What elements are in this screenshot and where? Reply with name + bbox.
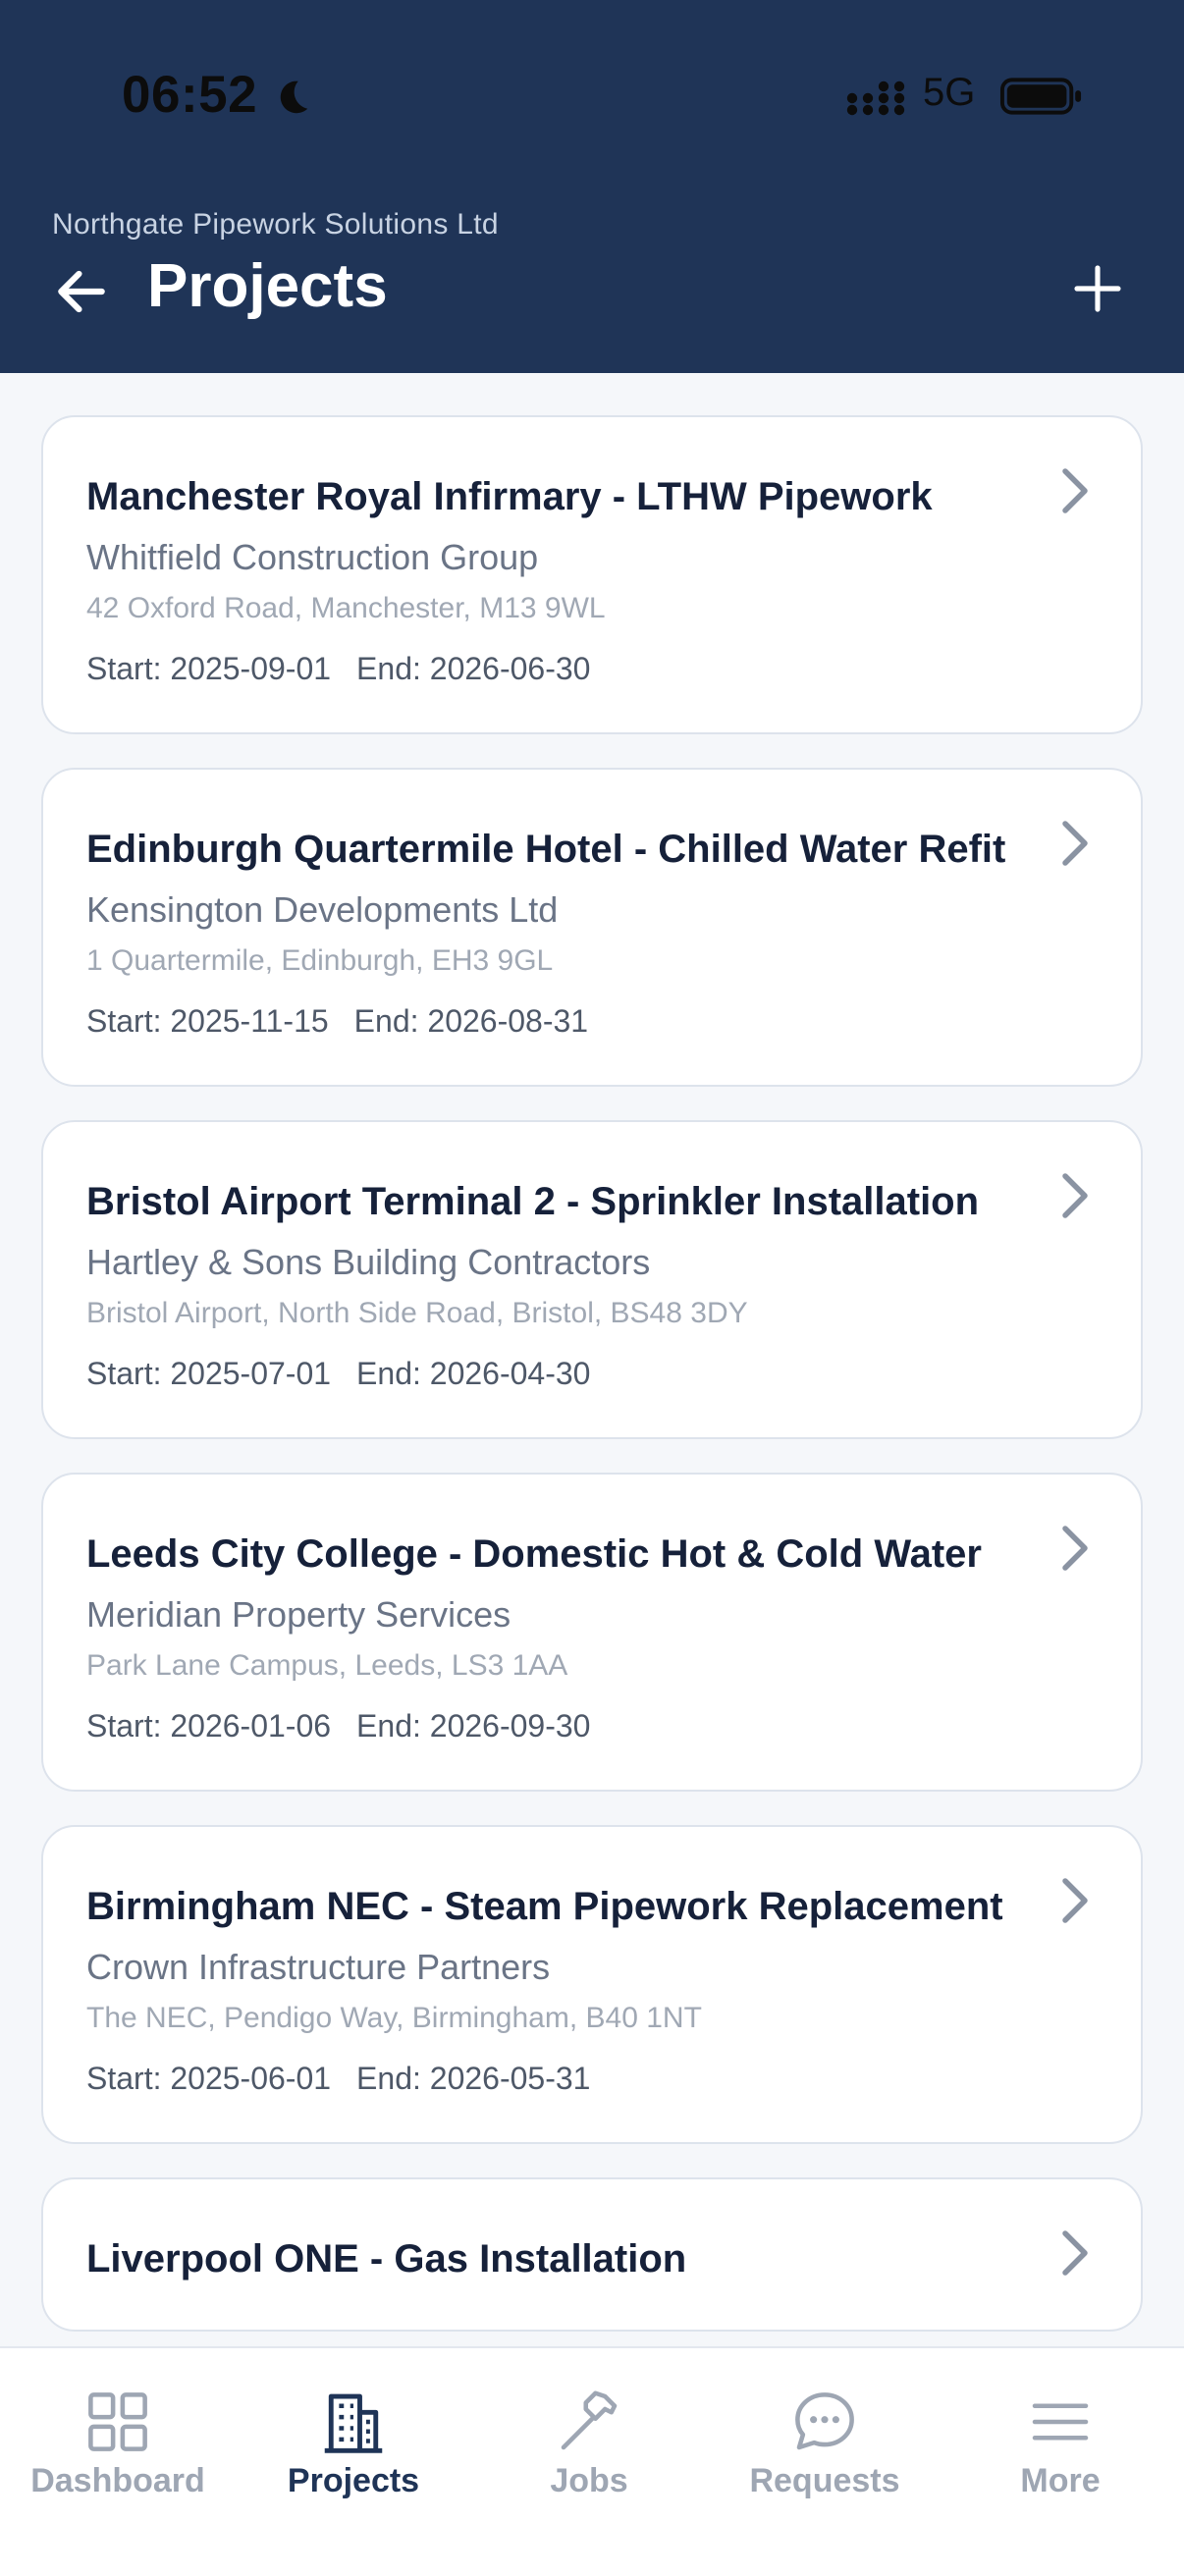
project-card[interactable]: Manchester Royal Infirmary - LTHW Pipewo… bbox=[41, 415, 1143, 734]
chevron-right-icon bbox=[1062, 1526, 1088, 1571]
company-name: Northgate Pipework Solutions Ltd bbox=[52, 208, 499, 241]
project-card[interactable]: Edinburgh Quartermile Hotel - Chilled Wa… bbox=[41, 768, 1143, 1087]
project-card[interactable]: Bristol Airport Terminal 2 - Sprinkler I… bbox=[41, 1120, 1143, 1439]
project-dates: Start: 2026-01-06 End: 2026-09-30 bbox=[86, 1701, 1043, 1750]
bottom-tab-bar: Dashboard Projects Jobs Requests More bbox=[0, 2346, 1184, 2576]
building-icon bbox=[324, 2393, 383, 2453]
tab-more[interactable]: More bbox=[942, 2348, 1178, 2576]
project-card[interactable]: Birmingham NEC - Steam Pipework Replacem… bbox=[41, 1825, 1143, 2144]
project-title: Edinburgh Quartermile Hotel - Chilled Wa… bbox=[86, 828, 1006, 871]
project-end: End: 2026-06-30 bbox=[356, 651, 591, 686]
project-end: End: 2026-05-31 bbox=[356, 2061, 591, 2096]
chevron-right-icon bbox=[1062, 821, 1088, 866]
project-address: 1 Quartermile, Edinburgh, EH3 9GL bbox=[86, 944, 554, 977]
menu-icon bbox=[1032, 2403, 1089, 2441]
project-title: Leeds City College - Domestic Hot & Cold… bbox=[86, 1532, 982, 1576]
chat-bubble-icon bbox=[795, 2392, 854, 2450]
project-card[interactable]: Leeds City College - Domestic Hot & Cold… bbox=[41, 1473, 1143, 1792]
project-title: Bristol Airport Terminal 2 - Sprinkler I… bbox=[86, 1180, 980, 1223]
network-type: 5G bbox=[923, 71, 976, 114]
project-start: Start: 2026-01-06 bbox=[86, 1708, 332, 1744]
project-address: Park Lane Campus, Leeds, LS3 1AA bbox=[86, 1649, 568, 1682]
project-dates: Start: 2025-07-01 End: 2026-04-30 bbox=[86, 1349, 1043, 1398]
project-title: Birmingham NEC - Steam Pipework Replacem… bbox=[86, 1885, 1003, 1928]
chevron-right-icon bbox=[1062, 468, 1088, 513]
grid-icon bbox=[88, 2392, 147, 2451]
page-title: Projects bbox=[147, 252, 388, 320]
project-client: Kensington Developments Ltd bbox=[86, 889, 559, 930]
project-client: Meridian Property Services bbox=[86, 1594, 511, 1635]
project-client: Hartley & Sons Building Contractors bbox=[86, 1242, 651, 1282]
signal-icon bbox=[846, 80, 905, 116]
project-start: Start: 2025-07-01 bbox=[86, 1356, 332, 1391]
battery-icon bbox=[999, 78, 1082, 115]
project-list: Manchester Royal Infirmary - LTHW Pipewo… bbox=[41, 415, 1143, 2365]
hammer-icon bbox=[561, 2390, 618, 2450]
project-end: End: 2026-08-31 bbox=[353, 1003, 589, 1039]
project-client: Whitfield Construction Group bbox=[86, 537, 539, 577]
tab-label: Projects bbox=[287, 2462, 420, 2499]
project-address: The NEC, Pendigo Way, Birmingham, B40 1N… bbox=[86, 2002, 702, 2034]
project-address: 42 Oxford Road, Manchester, M13 9WL bbox=[86, 592, 606, 624]
project-dates: Start: 2025-09-01 End: 2026-06-30 bbox=[86, 644, 1043, 693]
tab-jobs[interactable]: Jobs bbox=[471, 2348, 707, 2576]
chevron-right-icon bbox=[1062, 2230, 1088, 2276]
tab-projects[interactable]: Projects bbox=[236, 2348, 471, 2576]
project-dates: Start: 2025-06-01 End: 2026-05-31 bbox=[86, 2054, 1043, 2103]
project-end: End: 2026-09-30 bbox=[356, 1708, 591, 1744]
project-dates: Start: 2025-11-15 End: 2026-08-31 bbox=[86, 996, 1043, 1046]
chevron-right-icon bbox=[1062, 1878, 1088, 1923]
project-address: Bristol Airport, North Side Road, Bristo… bbox=[86, 1297, 748, 1329]
back-arrow-icon[interactable] bbox=[51, 261, 112, 322]
tab-dashboard[interactable]: Dashboard bbox=[0, 2348, 236, 2576]
chevron-right-icon bbox=[1062, 1173, 1088, 1218]
project-end: End: 2026-04-30 bbox=[356, 1356, 591, 1391]
project-client: Crown Infrastructure Partners bbox=[86, 1947, 551, 1987]
tab-label: Dashboard bbox=[30, 2462, 205, 2499]
project-start: Start: 2025-11-15 bbox=[86, 1003, 329, 1039]
moon-icon bbox=[280, 80, 308, 114]
project-title: Manchester Royal Infirmary - LTHW Pipewo… bbox=[86, 475, 933, 518]
project-title: Liverpool ONE - Gas Installation bbox=[86, 2237, 687, 2281]
project-start: Start: 2025-09-01 bbox=[86, 651, 332, 686]
project-start: Start: 2025-06-01 bbox=[86, 2061, 332, 2096]
tab-label: More bbox=[1020, 2462, 1101, 2499]
tab-label: Requests bbox=[749, 2462, 900, 2499]
status-time: 06:52 bbox=[122, 66, 258, 124]
tab-label: Jobs bbox=[550, 2462, 628, 2499]
app-header: 06:52 5G Northgate Pipework Solutions Lt… bbox=[0, 0, 1184, 373]
tab-requests[interactable]: Requests bbox=[707, 2348, 942, 2576]
add-project-button[interactable] bbox=[1070, 261, 1125, 316]
project-card[interactable]: Liverpool ONE - Gas Installation bbox=[41, 2177, 1143, 2332]
